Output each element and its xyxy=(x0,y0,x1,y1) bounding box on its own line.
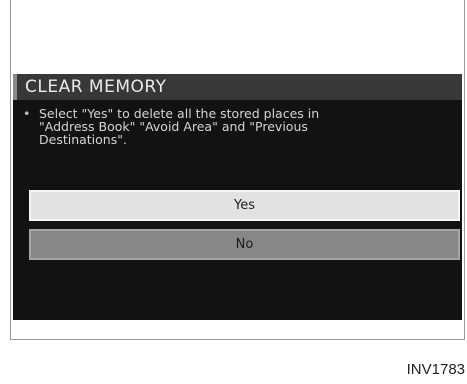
dialog-title: CLEAR MEMORY xyxy=(25,77,167,97)
title-bar: CLEAR MEMORY xyxy=(13,74,462,100)
dialog-message: • Select "Yes" to delete all the stored … xyxy=(23,107,443,146)
bullet-icon: • xyxy=(23,106,31,121)
figure-caption: INV1783 xyxy=(406,361,465,378)
message-text: Select "Yes" to delete all the stored pl… xyxy=(39,106,320,147)
navigation-screen: CLEAR MEMORY • Select "Yes" to delete al… xyxy=(13,74,462,320)
yes-button[interactable]: Yes xyxy=(29,190,460,221)
no-button[interactable]: No xyxy=(29,229,460,260)
yes-button-label: Yes xyxy=(234,198,255,213)
title-marker xyxy=(13,74,17,100)
no-button-label: No xyxy=(235,237,254,252)
